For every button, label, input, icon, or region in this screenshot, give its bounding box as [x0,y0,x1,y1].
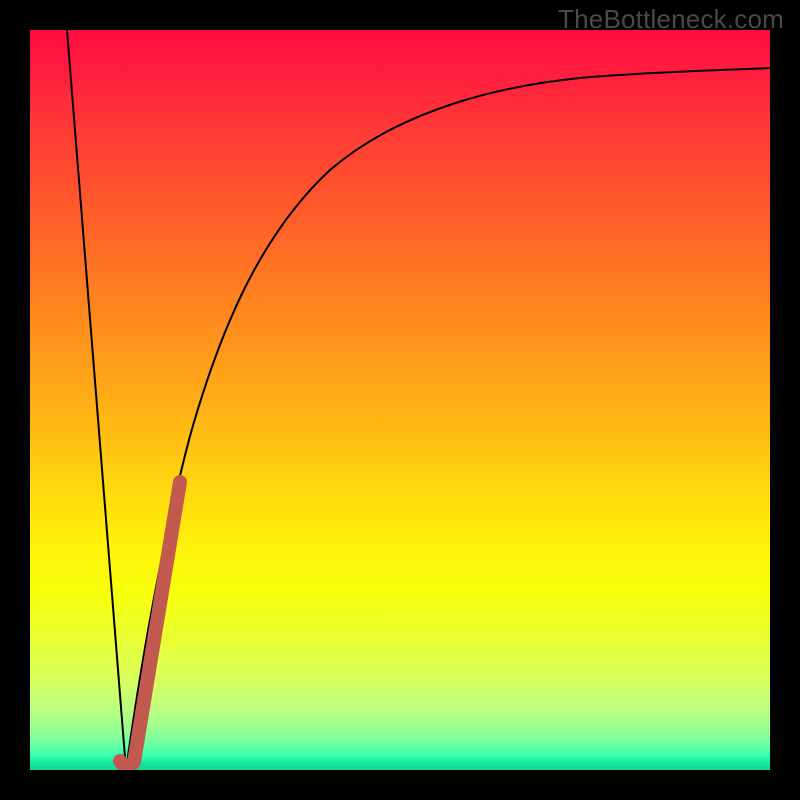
watermark-text: TheBottleneck.com [558,4,784,35]
plot-area [30,30,770,770]
chart-frame: TheBottleneck.com [0,0,800,800]
left-descent-line [67,30,126,770]
accent-j-stroke [120,482,180,766]
right-saturating-curve [126,68,770,770]
curves-layer [30,30,770,770]
